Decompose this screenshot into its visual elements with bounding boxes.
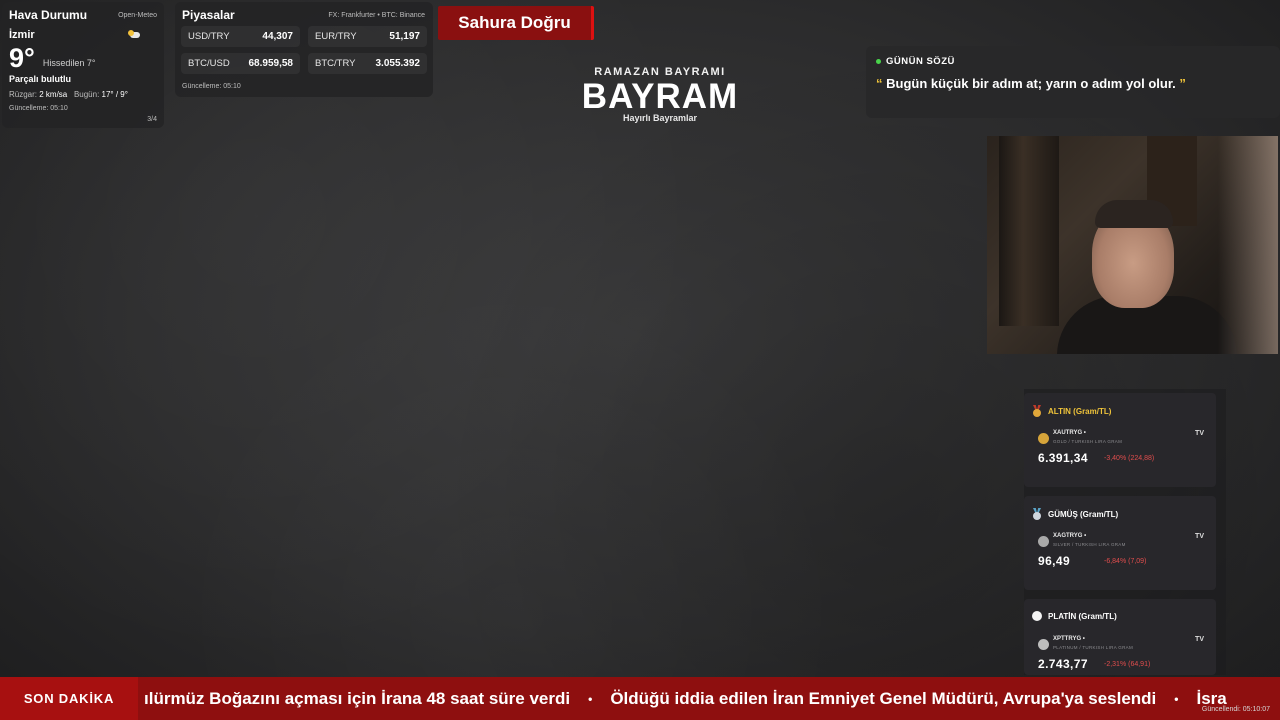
rate-value: 68.959,58 [248, 58, 294, 69]
today-label: Bugün: [73, 90, 100, 99]
breaking-news-label: SON DAKİKA [0, 677, 138, 720]
rate-value: 3.055.392 [375, 58, 421, 69]
weather-page-indicator: 3/4 [147, 116, 157, 123]
rate-value: 51,197 [389, 31, 420, 42]
ticker-item: ılürmüz Boğazını açması için İrana 48 sa… [144, 688, 571, 708]
commodity-ticker: XAUTRYG • [1053, 430, 1086, 436]
commodity-price: 6.391,34 [1038, 451, 1088, 465]
quote-text: Bugün küçük bir adım at; yarın o adım yo… [886, 76, 1176, 91]
live-dot-icon [876, 59, 881, 64]
close-quote-icon: ” [1179, 76, 1186, 91]
quote-of-day-widget: GÜNÜN SÖZÜ “ Bugün küçük bir adım at; ya… [866, 46, 1280, 118]
quote-text-row: “ Bugün küçük bir adım at; yarın o adım … [876, 76, 1270, 91]
commodity-card-platinum: PLATİN (Gram/TL) XPTTRYG • PLATINUM / TU… [1024, 599, 1216, 675]
commodity-price: 2.743,77 [1038, 657, 1088, 671]
wind-value: 2 km/sa [39, 90, 68, 99]
weather-temperature: 9° [9, 43, 35, 73]
commodity-change: -3,40% (224,88) [1104, 455, 1155, 462]
webcam-background-door [999, 136, 1059, 326]
rate-usd-try: USD/TRY 44,307 [181, 26, 300, 47]
weather-updated: Güncelleme: 05:10 [9, 105, 68, 112]
commodity-panel: ALTIN (Gram/TL) XAUTRYG • GOLD / TURKISH… [1024, 389, 1226, 675]
rate-symbol: EUR/TRY [315, 31, 357, 42]
tradingview-logo-icon[interactable]: TV [1195, 533, 1204, 540]
weather-feels-like: Hissedilen 7° [42, 58, 96, 68]
commodity-card-gold: ALTIN (Gram/TL) XAUTRYG • GOLD / TURKISH… [1024, 393, 1216, 487]
bayram-title: BAYRAM [581, 77, 739, 116]
silver-medal-icon [1032, 508, 1042, 521]
webcam-light-glow [1218, 136, 1278, 354]
partly-cloudy-icon [128, 30, 142, 38]
tradingview-logo-icon[interactable]: TV [1195, 430, 1204, 437]
commodity-name: GÜMÜŞ (Gram/TL) [1048, 510, 1119, 519]
commodity-change: -2,31% (64,91) [1104, 661, 1151, 668]
tradingview-logo-icon[interactable]: TV [1195, 636, 1204, 643]
gold-medal-icon [1032, 405, 1042, 418]
wind-label: Rüzgar: [9, 90, 38, 99]
commodity-change: -6,84% (7,09) [1104, 558, 1147, 565]
breaking-news-ticker: SON DAKİKA ılürmüz Boğazını açması için … [0, 677, 1280, 720]
commodity-ticker: XPTTRYG • [1053, 636, 1085, 642]
commodity-description: PLATINUM / TURKISH LIRA GRAM [1053, 645, 1133, 650]
ticker-separator: • [588, 691, 593, 706]
weather-source: Open-Meteo [118, 12, 157, 19]
gold-coin-icon [1038, 433, 1049, 444]
quote-label-row: GÜNÜN SÖZÜ [876, 56, 1270, 67]
rate-btc-usd: BTC/USD 68.959,58 [181, 53, 300, 74]
commodity-price: 96,49 [1038, 554, 1071, 568]
weather-condition: Parçalı bulutlu [9, 74, 72, 84]
rate-symbol: BTC/USD [188, 58, 230, 69]
markets-widget: Piyasalar FX: Frankfurter • BTC: Binance… [175, 2, 433, 97]
commodity-name: PLATİN (Gram/TL) [1048, 611, 1117, 621]
markets-source: FX: Frankfurter • BTC: Binance [328, 12, 425, 19]
rate-value: 44,307 [262, 31, 293, 42]
today-value: 17° / 9° [101, 90, 128, 99]
open-quote-icon: “ [876, 76, 883, 91]
platinum-dot-icon [1032, 611, 1042, 621]
weather-wind: Rüzgar: 2 km/sa Bugün: 17° / 9° [9, 90, 157, 99]
quote-label: GÜNÜN SÖZÜ [886, 56, 955, 67]
webcam-person-hair [1095, 200, 1173, 228]
commodity-card-silver: GÜMÜŞ (Gram/TL) XAGTRYG • SILVER / TURKI… [1024, 496, 1216, 590]
commodity-ticker: XAGTRYG • [1053, 533, 1087, 539]
bayram-title-block: RAMAZAN BAYRAMI BAYRAM Hayırlı Bayramlar [560, 66, 760, 123]
ticker-updated: Güncellendi: 05:10:07 [1201, 706, 1270, 713]
ticker-item: Öldüğü iddia edilen İran Emniyet Genel M… [610, 688, 1157, 708]
ticker-track: ılürmüz Boğazını açması için İrana 48 sa… [144, 677, 1227, 720]
ticker-separator: • [1174, 691, 1179, 706]
commodity-description: SILVER / TURKISH LIRA GRAM [1053, 542, 1126, 547]
weather-widget: Hava Durumu Open-Meteo İzmir 9° Hissedil… [2, 2, 164, 128]
rate-symbol: BTC/TRY [315, 58, 356, 69]
rate-btc-try: BTC/TRY 3.055.392 [308, 53, 427, 74]
markets-updated: Güncelleme: 05:10 [182, 83, 241, 90]
webcam-feed [987, 136, 1278, 354]
commodity-description: GOLD / TURKISH LIRA GRAM [1053, 439, 1123, 444]
rate-eur-try: EUR/TRY 51,197 [308, 26, 427, 47]
platinum-coin-icon [1038, 639, 1049, 650]
rate-symbol: USD/TRY [188, 31, 230, 42]
silver-coin-icon [1038, 536, 1049, 547]
commodity-name: ALTIN (Gram/TL) [1048, 407, 1112, 416]
sahura-badge: Sahura Doğru [438, 6, 594, 40]
